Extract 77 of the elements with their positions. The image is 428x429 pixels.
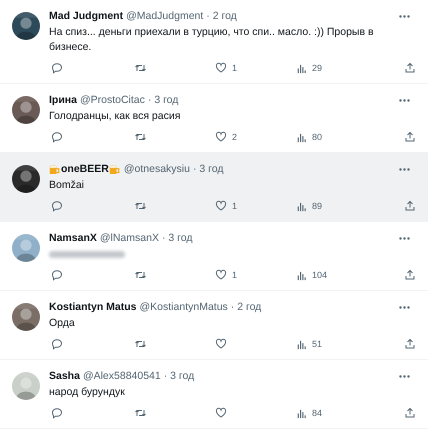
view-count: 51 — [312, 339, 322, 349]
post[interactable]: NamsanX @lNamsanX · 3 год 1 104 — [0, 222, 428, 290]
user-name[interactable]: Mad Judgment — [49, 9, 124, 24]
user-handle[interactable]: @ProstoCitac — [80, 93, 145, 108]
like-count: 1 — [232, 270, 238, 280]
reply-icon[interactable] — [51, 338, 63, 350]
post[interactable]: Kostiantyn Matus @KostiantynMatus · 2 год Орда 51 — [0, 291, 428, 359]
more-icon[interactable] — [399, 99, 410, 102]
post-time[interactable]: · 3 год — [148, 93, 178, 108]
more-icon[interactable] — [399, 237, 410, 240]
post[interactable]: Sasha @Alex58840541 · 3 год народ бурундук 84 — [0, 360, 428, 428]
like-count: 2 — [232, 132, 238, 142]
post-text: На спиз... деньги приехали в турцию, что спи.. масло. :)) Прорыв в бизнесе. — [49, 25, 375, 55]
post-time[interactable]: · 3 год — [162, 231, 192, 246]
post-text: Голодранцы, как вся расия — [49, 109, 182, 124]
heart-icon[interactable] — [215, 62, 227, 74]
heart-icon[interactable] — [215, 338, 227, 350]
reply-icon[interactable] — [51, 131, 63, 143]
view-count: 80 — [312, 132, 322, 142]
user-name[interactable]: NamsanX — [49, 231, 97, 246]
repost-icon[interactable] — [134, 200, 147, 212]
post-time[interactable]: · 2 год — [230, 300, 262, 315]
user-handle[interactable]: @MadJudgment — [126, 9, 204, 24]
bar-chart-icon[interactable] — [296, 270, 307, 280]
post-time[interactable]: · 3 год — [164, 369, 194, 384]
more-icon[interactable] — [399, 168, 410, 171]
user-handle[interactable]: @otnesakysiu — [124, 162, 190, 177]
share-icon[interactable] — [404, 131, 416, 143]
view-count: 29 — [312, 63, 322, 73]
repost-icon[interactable] — [134, 131, 147, 143]
bar-chart-icon[interactable] — [296, 338, 307, 350]
post-time[interactable]: · 3 год — [192, 162, 224, 177]
post-text: Орда — [49, 316, 76, 331]
user-handle[interactable]: @Alex58840541 — [82, 369, 161, 384]
bar-chart-icon[interactable] — [296, 200, 307, 212]
heart-icon[interactable] — [215, 269, 227, 281]
share-icon[interactable] — [404, 338, 416, 350]
reply-icon[interactable] — [51, 269, 63, 281]
post-time[interactable]: · 2 год — [206, 9, 237, 24]
beer-mug-icon — [49, 164, 61, 175]
heart-icon[interactable] — [215, 200, 227, 212]
repost-icon[interactable] — [134, 407, 147, 419]
heart-icon[interactable] — [215, 407, 227, 419]
repost-icon[interactable] — [134, 62, 147, 74]
reply-icon[interactable] — [51, 62, 63, 74]
like-count: 1 — [232, 201, 238, 211]
view-count: 84 — [312, 408, 322, 418]
reply-icon[interactable] — [51, 407, 63, 419]
share-icon[interactable] — [404, 269, 416, 281]
more-icon[interactable] — [399, 375, 410, 378]
user-name[interactable]: Sasha — [49, 369, 80, 384]
post-text: народ бурундук — [49, 385, 126, 400]
user-name[interactable]: Ірина — [49, 93, 77, 108]
view-count: 104 — [312, 270, 328, 280]
share-icon[interactable] — [404, 407, 416, 419]
like-count: 1 — [232, 63, 238, 73]
post[interactable]: Ірина @ProstoCitac · 3 год Голодранцы, как вся расия 2 80 — [0, 84, 428, 152]
beer-mug-icon — [108, 164, 121, 175]
more-icon[interactable] — [399, 15, 410, 18]
reply-icon[interactable] — [51, 200, 63, 212]
highlighted-post[interactable]: oneBEER @otnesakysiu · 3 год Bomžai 1 89 — [0, 153, 428, 221]
heart-icon[interactable] — [215, 131, 227, 143]
user-name[interactable]: Kostiantyn Matus — [49, 300, 137, 315]
repost-icon[interactable] — [134, 269, 147, 281]
user-handle[interactable]: @KostiantynMatus — [140, 300, 228, 315]
repost-icon[interactable] — [134, 338, 147, 350]
post-text: Bomžai — [49, 178, 86, 193]
user-handle[interactable]: @lNamsanX — [100, 231, 159, 246]
share-icon[interactable] — [404, 200, 416, 212]
post[interactable]: Mad Judgment @MadJudgment · 2 год На спиз... деньги приехали в турцию, что спи.. масло. :)) Прорыв в бизнесе. 1 29 — [0, 0, 428, 83]
bar-chart-icon[interactable] — [296, 132, 307, 142]
bar-chart-icon[interactable] — [296, 408, 307, 418]
view-count: 89 — [312, 201, 322, 211]
share-icon[interactable] — [404, 62, 416, 74]
more-icon[interactable] — [399, 306, 410, 309]
bar-chart-icon[interactable] — [296, 62, 307, 74]
user-name[interactable]: oneBEER — [61, 162, 109, 177]
